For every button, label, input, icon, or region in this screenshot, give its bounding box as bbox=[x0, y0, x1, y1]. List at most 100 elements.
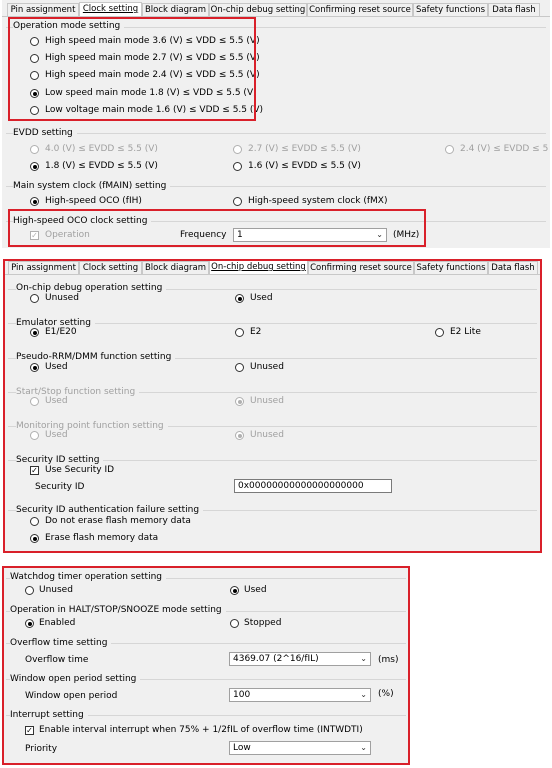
tab-pin-assignment[interactable]: Pin assignment bbox=[7, 3, 79, 16]
main-clock-radio-fmx[interactable] bbox=[233, 197, 242, 206]
wdt-halt-label-enabled: Enabled bbox=[39, 618, 76, 628]
chevron-down-icon: ⌄ bbox=[360, 654, 367, 663]
op-mode-label-2: High speed main mode 2.7 (V) ≤ VDD ≤ 5.5… bbox=[45, 53, 260, 63]
tab-on-chip-debug[interactable]: On-chip debug setting bbox=[209, 3, 307, 16]
evdd-label-2: 2.7 (V) ≤ EVDD ≤ 5.5 (V) bbox=[248, 144, 361, 154]
tab-data-flash[interactable]: Data flash bbox=[488, 261, 538, 274]
rrm-radio-unused[interactable] bbox=[235, 363, 244, 372]
op-mode-label-4: Low speed main mode 1.8 (V) ≤ VDD ≤ 5.5 … bbox=[45, 88, 257, 98]
evdd-label-5: 1.6 (V) ≤ EVDD ≤ 5.5 (V) bbox=[248, 161, 361, 171]
wdt-halt-label-stopped: Stopped bbox=[244, 618, 282, 628]
oco-title: High-speed OCO clock setting bbox=[13, 215, 152, 227]
op-mode-radio-4[interactable] bbox=[30, 89, 39, 98]
wdt-ovf-select[interactable]: 4369.07 (2^16/fIL) ⌄ bbox=[229, 652, 371, 666]
wdt-prio-value: Low bbox=[233, 743, 251, 753]
oco-frequency-unit: (MHz) bbox=[393, 230, 420, 240]
evdd-label-4: 1.8 (V) ≤ EVDD ≤ 5.5 (V) bbox=[45, 161, 158, 171]
sidfail-label-erase: Erase flash memory data bbox=[45, 533, 159, 543]
ss-label-used: Used bbox=[45, 396, 68, 406]
emu-radio-e2[interactable] bbox=[235, 328, 244, 337]
evdd-label-3: 2.4 (V) ≤ EVDD ≤ 5.5 (V bbox=[460, 144, 548, 154]
chevron-down-icon: ⌄ bbox=[376, 230, 383, 239]
tab-confirming-reset[interactable]: Confirming reset source bbox=[308, 261, 414, 274]
mp-radio-used[interactable] bbox=[30, 431, 39, 440]
wdt-ovf-unit: (ms) bbox=[378, 655, 399, 665]
tab-clock-setting[interactable]: Clock setting bbox=[79, 2, 142, 16]
oco-frequency-select[interactable]: 1 ⌄ bbox=[233, 228, 387, 242]
sid-checkbox[interactable]: ✓ bbox=[30, 466, 39, 475]
ocd-radio-unused[interactable] bbox=[30, 294, 39, 303]
wdt-op-radio-used[interactable] bbox=[230, 586, 239, 595]
oco-operation-checkbox[interactable]: ✓ bbox=[30, 231, 39, 240]
evdd-radio-3[interactable] bbox=[445, 145, 454, 154]
tab-pin-assignment[interactable]: Pin assignment bbox=[8, 261, 79, 274]
oco-frequency-label: Frequency bbox=[180, 230, 227, 240]
wdt-halt-radio-stopped[interactable] bbox=[230, 619, 239, 628]
wdt-win-value: 100 bbox=[233, 690, 251, 700]
tab-safety-functions[interactable]: Safety functions bbox=[413, 3, 488, 16]
wdt-prio-select[interactable]: Low ⌄ bbox=[229, 741, 371, 755]
op-mode-label-1: High speed main mode 3.6 (V) ≤ VDD ≤ 5.5… bbox=[45, 36, 260, 46]
mp-radio-unused[interactable] bbox=[235, 431, 244, 440]
rrm-label-unused: Unused bbox=[250, 362, 284, 372]
wdt-halt-title: Operation in HALT/STOP/SNOOZE mode setti… bbox=[10, 604, 226, 616]
ocd-title: On-chip debug operation setting bbox=[16, 282, 167, 294]
main-clock-radio-oco[interactable] bbox=[30, 197, 39, 206]
tab-strip-line bbox=[4, 274, 541, 275]
tab-strip-line bbox=[2, 16, 550, 17]
ss-radio-unused[interactable] bbox=[235, 397, 244, 406]
tab-block-diagram[interactable]: Block diagram bbox=[142, 3, 209, 16]
wdt-win-label: Window open period bbox=[25, 691, 118, 701]
emu-radio-e2lite[interactable] bbox=[435, 328, 444, 337]
ss-label-unused: Unused bbox=[250, 396, 284, 406]
emu-label-e2lite: E2 Lite bbox=[450, 327, 481, 337]
wdt-int-checkbox[interactable]: ✓ bbox=[25, 726, 34, 735]
evdd-radio-5[interactable] bbox=[233, 162, 242, 171]
tab-confirming-reset[interactable]: Confirming reset source bbox=[307, 3, 413, 16]
tab-block-diagram[interactable]: Block diagram bbox=[142, 261, 209, 274]
sidfail-label-keep: Do not erase flash memory data bbox=[45, 516, 191, 526]
wdt-halt-radio-enabled[interactable] bbox=[25, 619, 34, 628]
wdt-win-unit: (%) bbox=[378, 689, 394, 699]
tab-clock-setting[interactable]: Clock setting bbox=[79, 261, 142, 274]
evdd-radio-1[interactable] bbox=[30, 145, 39, 154]
oco-frequency-value: 1 bbox=[237, 230, 243, 240]
op-mode-radio-2[interactable] bbox=[30, 54, 39, 63]
wdt-win-select[interactable]: 100 ⌄ bbox=[229, 688, 371, 702]
group-line bbox=[6, 133, 546, 134]
sid-label: Security ID bbox=[35, 482, 85, 492]
wdt-ovf-label: Overflow time bbox=[25, 655, 89, 665]
mp-label-unused: Unused bbox=[250, 430, 284, 440]
chevron-down-icon: ⌄ bbox=[360, 690, 367, 699]
evdd-label-1: 4.0 (V) ≤ EVDD ≤ 5.5 (V) bbox=[45, 144, 158, 154]
chevron-down-icon: ⌄ bbox=[360, 743, 367, 752]
sidfail-radio-erase[interactable] bbox=[30, 534, 39, 543]
sid-input[interactable]: 0x00000000000000000000 bbox=[234, 479, 392, 493]
evdd-radio-2[interactable] bbox=[233, 145, 242, 154]
emu-radio-e1[interactable] bbox=[30, 328, 39, 337]
wdt-ovf-title: Overflow time setting bbox=[10, 637, 112, 649]
ocd-label-used: Used bbox=[250, 293, 273, 303]
wdt-op-label-used: Used bbox=[244, 585, 267, 595]
sidfail-radio-keep[interactable] bbox=[30, 517, 39, 526]
tab-data-flash[interactable]: Data flash bbox=[488, 3, 540, 16]
wdt-prio-label: Priority bbox=[25, 744, 58, 754]
ocd-label-unused: Unused bbox=[45, 293, 79, 303]
evdd-radio-4[interactable] bbox=[30, 162, 39, 171]
tab-on-chip-debug[interactable]: On-chip debug setting bbox=[209, 260, 308, 274]
op-mode-radio-1[interactable] bbox=[30, 37, 39, 46]
oco-operation-label: Operation bbox=[45, 230, 90, 240]
op-mode-radio-5[interactable] bbox=[30, 106, 39, 115]
wdt-op-radio-unused[interactable] bbox=[25, 586, 34, 595]
op-mode-label-5: Low voltage main mode 1.6 (V) ≤ VDD ≤ 5.… bbox=[45, 105, 264, 115]
op-mode-radio-3[interactable] bbox=[30, 71, 39, 80]
rrm-title: Pseudo-RRM/DMM function setting bbox=[16, 351, 176, 363]
rrm-radio-used[interactable] bbox=[30, 363, 39, 372]
wdt-ovf-value: 4369.07 (2^16/fIL) bbox=[233, 654, 319, 664]
ocd-radio-used[interactable] bbox=[235, 294, 244, 303]
evdd-title: EVDD setting bbox=[13, 127, 77, 139]
tab-safety-functions[interactable]: Safety functions bbox=[414, 261, 488, 274]
op-mode-label-3: High speed main mode 2.4 (V) ≤ VDD ≤ 5.5… bbox=[45, 70, 260, 80]
rrm-label-used: Used bbox=[45, 362, 68, 372]
ss-radio-used[interactable] bbox=[30, 397, 39, 406]
